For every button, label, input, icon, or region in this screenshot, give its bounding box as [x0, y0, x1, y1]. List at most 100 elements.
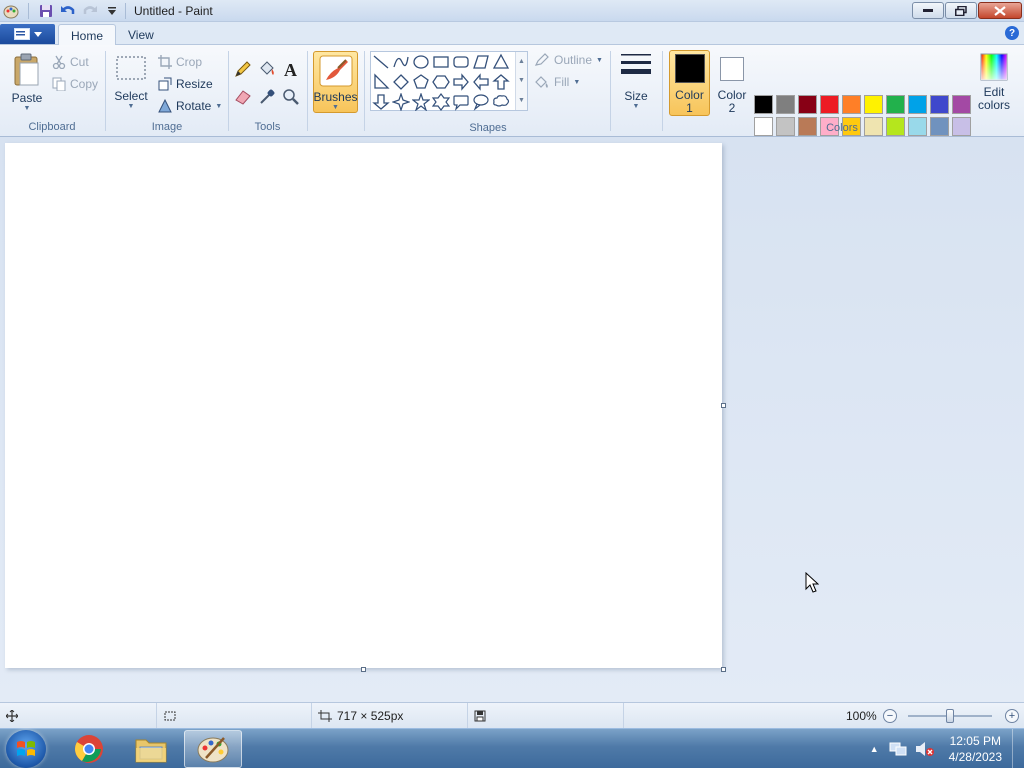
- hexagon-shape[interactable]: [431, 72, 451, 92]
- palette-color-swatch[interactable]: [776, 95, 795, 114]
- polygon-shape[interactable]: [471, 52, 491, 72]
- paste-label: Paste: [11, 91, 43, 105]
- chrome-icon: [75, 735, 103, 763]
- zoom-slider-thumb[interactable]: [946, 709, 954, 723]
- rounded-rectangle-shape[interactable]: [451, 52, 471, 72]
- status-spacer: [624, 703, 824, 729]
- paste-icon: [14, 53, 39, 86]
- pencil-tool[interactable]: [233, 59, 253, 79]
- curve-shape[interactable]: [391, 52, 411, 72]
- minimize-button[interactable]: [912, 2, 944, 19]
- start-button[interactable]: [6, 730, 46, 768]
- save-icon[interactable]: [37, 2, 55, 20]
- canvas-resize-handle-corner[interactable]: [721, 667, 726, 672]
- oval-shape[interactable]: [411, 52, 431, 72]
- palette-color-swatch[interactable]: [754, 95, 773, 114]
- brushes-button[interactable]: Brushes ▼: [313, 51, 358, 113]
- paint-app-icon[interactable]: [2, 2, 20, 20]
- shapes-group-label: Shapes: [469, 122, 507, 134]
- zoom-in-button[interactable]: +: [1005, 709, 1019, 723]
- diamond-shape[interactable]: [391, 72, 411, 92]
- expand-gallery-icon[interactable]: ▼: [518, 97, 525, 104]
- magnifier-tool[interactable]: [281, 87, 301, 107]
- palette-color-swatch[interactable]: [930, 95, 949, 114]
- canvas-resize-handle-right[interactable]: [721, 403, 726, 408]
- color1-button[interactable]: Color 1: [669, 50, 710, 116]
- taskbar-explorer[interactable]: [122, 730, 180, 768]
- palette-color-swatch[interactable]: [864, 95, 883, 114]
- resize-button[interactable]: Resize: [158, 77, 213, 91]
- drawing-canvas[interactable]: [5, 143, 722, 668]
- color2-button[interactable]: Color 2: [713, 50, 751, 116]
- paint-palette-icon: [197, 737, 229, 763]
- triangle-shape[interactable]: [491, 52, 511, 72]
- outline-button[interactable]: Outline ▼: [534, 53, 603, 67]
- image-group: Select ▼ Crop Resize Rotate ▼ Image: [106, 47, 228, 135]
- cut-button[interactable]: Cut: [52, 55, 89, 69]
- palette-color-swatch[interactable]: [886, 95, 905, 114]
- chevron-down-icon: ▼: [23, 105, 31, 112]
- canvas-resize-handle-bottom[interactable]: [361, 667, 366, 672]
- zoom-out-button[interactable]: −: [883, 709, 897, 723]
- pentagon-shape[interactable]: [411, 72, 431, 92]
- five-point-star-shape[interactable]: [411, 92, 431, 112]
- eraser-tool[interactable]: [233, 87, 253, 107]
- status-bar: 717 × 525px 100% − +: [0, 702, 1024, 729]
- crop-button[interactable]: Crop: [158, 55, 202, 69]
- right-arrow-shape-icon: [453, 73, 469, 91]
- paste-button[interactable]: Paste ▼: [8, 53, 46, 112]
- palette-color-swatch[interactable]: [798, 95, 817, 114]
- volume-muted-icon[interactable]: [915, 741, 935, 757]
- four-point-star-shape[interactable]: [391, 92, 411, 112]
- fill-button[interactable]: Fill ▼: [534, 75, 580, 89]
- redo-icon[interactable]: [81, 2, 99, 20]
- color-picker-tool[interactable]: [257, 87, 277, 107]
- taskbar-chrome[interactable]: [60, 730, 118, 768]
- left-arrow-shape[interactable]: [471, 72, 491, 92]
- select-button[interactable]: Select ▼: [114, 53, 148, 110]
- fill-tool[interactable]: [257, 59, 277, 79]
- palette-color-swatch[interactable]: [820, 95, 839, 114]
- size-button[interactable]: Size ▼: [616, 51, 656, 110]
- copy-button[interactable]: Copy: [52, 77, 98, 91]
- line-shape[interactable]: [371, 52, 391, 72]
- tab-view[interactable]: View: [116, 24, 166, 46]
- fill-label: Fill: [554, 75, 570, 89]
- color2-label-line2: 2: [728, 101, 736, 115]
- show-desktop-button[interactable]: [1012, 729, 1024, 768]
- shapes-scrollbar[interactable]: ▲ ▼ ▼: [515, 52, 527, 110]
- network-icon[interactable]: [889, 741, 907, 757]
- tab-home[interactable]: Home: [58, 24, 117, 46]
- right-arrow-shape[interactable]: [451, 72, 471, 92]
- undo-icon[interactable]: [59, 2, 77, 20]
- show-hidden-icons-icon[interactable]: ▲: [870, 744, 879, 754]
- scroll-down-icon[interactable]: ▼: [518, 77, 525, 84]
- restore-button[interactable]: [945, 2, 977, 19]
- taskbar: ▲ 12:05 PM 4/28/2023: [0, 728, 1024, 768]
- down-arrow-shape[interactable]: [371, 92, 391, 112]
- oval-callout-shape[interactable]: [471, 92, 491, 112]
- cloud-callout-shape[interactable]: [491, 92, 511, 112]
- right-triangle-shape[interactable]: [371, 72, 391, 92]
- clock[interactable]: 12:05 PM 4/28/2023: [949, 733, 1002, 765]
- customize-qat-icon[interactable]: [103, 2, 121, 20]
- close-button[interactable]: [978, 2, 1022, 19]
- six-point-star-shape[interactable]: [431, 92, 451, 112]
- separator: [28, 2, 29, 19]
- scroll-up-icon[interactable]: ▲: [518, 58, 525, 65]
- help-icon[interactable]: ?: [1005, 26, 1019, 40]
- edit-colors-button[interactable]: Edit colors: [973, 52, 1015, 112]
- select-label: Select: [114, 89, 148, 103]
- taskbar-paint[interactable]: [184, 730, 242, 768]
- rectangle-shape[interactable]: [431, 52, 451, 72]
- palette-color-swatch[interactable]: [952, 95, 971, 114]
- palette-color-swatch[interactable]: [908, 95, 927, 114]
- palette-color-swatch[interactable]: [842, 95, 861, 114]
- text-tool[interactable]: A: [281, 59, 301, 79]
- rounded-callout-shape[interactable]: [451, 92, 471, 112]
- rotate-button[interactable]: Rotate ▼: [158, 99, 222, 113]
- eraser-icon: [235, 90, 251, 105]
- up-arrow-shape[interactable]: [491, 72, 511, 92]
- canvas-workspace[interactable]: [0, 137, 1024, 702]
- paint-menu-button[interactable]: [0, 24, 55, 44]
